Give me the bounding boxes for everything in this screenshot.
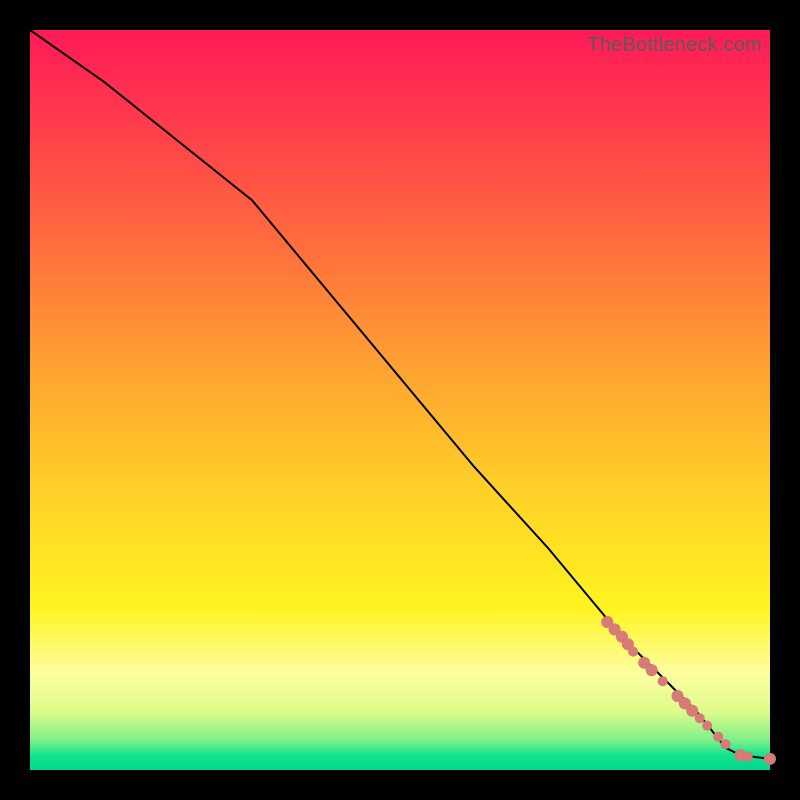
chart-svg [30,30,770,770]
plot-area: TheBottleneck.com [30,30,770,770]
data-point [764,753,776,765]
main-curve [30,30,770,759]
data-point [658,676,668,686]
data-point [702,721,712,731]
data-point [628,647,638,657]
data-point [646,664,658,676]
data-point [721,739,731,749]
data-point [695,713,705,723]
data-point [713,732,723,742]
chart-frame: TheBottleneck.com [0,0,800,800]
points-layer [601,616,776,765]
data-point [743,752,753,762]
